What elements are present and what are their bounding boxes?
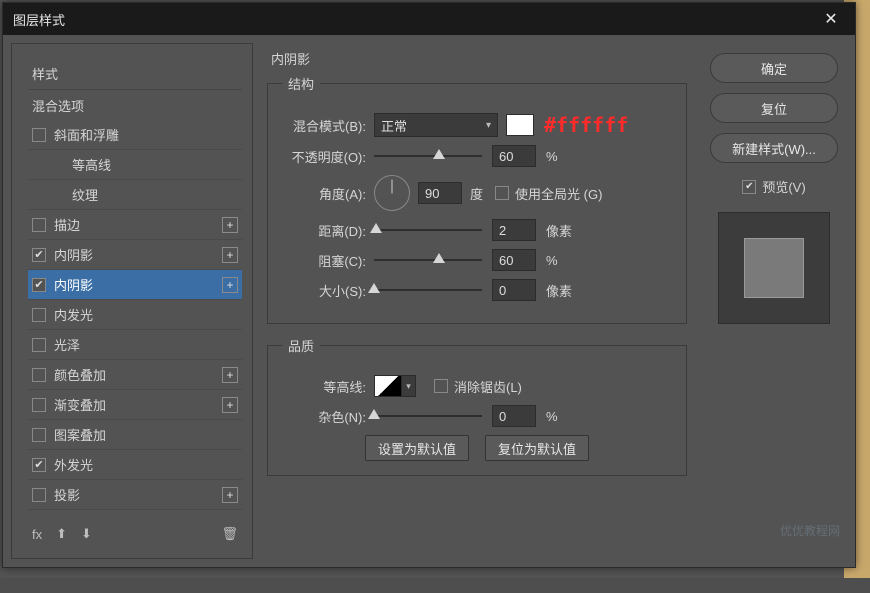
- style-row[interactable]: 渐变叠加+: [28, 390, 242, 420]
- style-checkbox[interactable]: [32, 248, 46, 262]
- layer-style-dialog: 图层样式 ✕ 样式 混合选项 斜面和浮雕等高线纹理描边+内阴影+内阴影+内发光光…: [2, 2, 856, 568]
- add-effect-icon[interactable]: +: [222, 487, 238, 503]
- style-checkbox[interactable]: [32, 398, 46, 412]
- style-label: 内发光: [54, 305, 238, 324]
- preview-swatch: [744, 238, 804, 298]
- settings-panel: 内阴影 结构 混合模式(B): 正常 ▾ #ffffff 不透明度(O):: [253, 35, 701, 567]
- style-row[interactable]: 内发光: [28, 300, 242, 330]
- style-checkbox[interactable]: [32, 338, 46, 352]
- style-label: 颜色叠加: [54, 365, 222, 384]
- structure-group: 结构 混合模式(B): 正常 ▾ #ffffff 不透明度(O): 60: [267, 74, 687, 324]
- style-row[interactable]: 光泽: [28, 330, 242, 360]
- style-row[interactable]: 颜色叠加+: [28, 360, 242, 390]
- style-label: 等高线: [54, 155, 238, 174]
- add-effect-icon[interactable]: +: [222, 277, 238, 293]
- reset-default-button[interactable]: 复位为默认值: [485, 435, 589, 461]
- blend-mode-label: 混合模式(B):: [282, 116, 366, 135]
- ok-button[interactable]: 确定: [710, 53, 838, 83]
- preview-box: [718, 212, 830, 324]
- watermark: 优优教程网: [780, 522, 840, 539]
- add-effect-icon[interactable]: +: [222, 247, 238, 263]
- angle-label: 角度(A):: [282, 184, 366, 203]
- style-label: 光泽: [54, 335, 238, 354]
- noise-input[interactable]: 0: [492, 405, 536, 427]
- titlebar: 图层样式 ✕: [3, 3, 855, 35]
- styles-panel: 样式 混合选项 斜面和浮雕等高线纹理描边+内阴影+内阴影+内发光光泽颜色叠加+渐…: [11, 43, 253, 559]
- cancel-button[interactable]: 复位: [710, 93, 838, 123]
- distance-slider[interactable]: [374, 221, 482, 239]
- antialias-checkbox[interactable]: 消除锯齿(L): [434, 377, 522, 396]
- contour-picker[interactable]: [374, 375, 402, 397]
- new-style-button[interactable]: 新建样式(W)...: [710, 133, 838, 163]
- contour-dropdown[interactable]: ▾: [402, 375, 416, 397]
- style-label: 内阴影: [54, 275, 222, 294]
- style-checkbox[interactable]: [32, 368, 46, 382]
- noise-slider[interactable]: [374, 407, 482, 425]
- chevron-down-icon: ▾: [486, 120, 491, 131]
- style-row[interactable]: 图案叠加: [28, 420, 242, 450]
- effect-title: 内阴影: [271, 49, 693, 68]
- make-default-button[interactable]: 设置为默认值: [365, 435, 469, 461]
- size-slider[interactable]: [374, 281, 482, 299]
- style-row[interactable]: 纹理: [28, 180, 242, 210]
- style-checkbox[interactable]: [32, 428, 46, 442]
- style-label: 图案叠加: [54, 425, 238, 444]
- close-button[interactable]: ✕: [817, 5, 845, 33]
- angle-input[interactable]: 90: [418, 182, 462, 204]
- dialog-title: 图层样式: [13, 10, 817, 29]
- color-swatch[interactable]: [506, 114, 534, 136]
- style-row[interactable]: 内阴影+: [28, 240, 242, 270]
- style-label: 纹理: [54, 185, 238, 204]
- style-row[interactable]: 内阴影+: [28, 270, 242, 300]
- style-label: 投影: [54, 485, 222, 504]
- opacity-input[interactable]: 60: [492, 145, 536, 167]
- style-label: 外发光: [54, 455, 238, 474]
- global-light-checkbox[interactable]: 使用全局光 (G): [495, 184, 602, 203]
- quality-group: 品质 等高线: ▾ 消除锯齿(L) 杂色(N):: [267, 336, 687, 476]
- add-effect-icon[interactable]: +: [222, 217, 238, 233]
- blend-mode-select[interactable]: 正常 ▾: [374, 113, 498, 137]
- size-input[interactable]: 0: [492, 279, 536, 301]
- styles-header[interactable]: 样式: [28, 58, 242, 90]
- preview-checkbox[interactable]: 预览(V): [742, 177, 805, 196]
- style-label: 描边: [54, 215, 222, 234]
- style-row[interactable]: 等高线: [28, 150, 242, 180]
- styles-footer: fx ⬆ ⬇ 🗑: [28, 520, 242, 548]
- trash-icon[interactable]: 🗑: [221, 526, 238, 542]
- noise-label: 杂色(N):: [282, 407, 366, 426]
- opacity-slider[interactable]: [374, 147, 482, 165]
- size-label: 大小(S):: [282, 281, 366, 300]
- style-checkbox[interactable]: [32, 458, 46, 472]
- style-label: 内阴影: [54, 245, 222, 264]
- style-checkbox[interactable]: [32, 278, 46, 292]
- choke-label: 阻塞(C):: [282, 251, 366, 270]
- distance-label: 距离(D):: [282, 221, 366, 240]
- choke-input[interactable]: 60: [492, 249, 536, 271]
- style-checkbox[interactable]: [32, 218, 46, 232]
- style-checkbox[interactable]: [32, 128, 46, 142]
- structure-legend: 结构: [282, 74, 320, 93]
- arrow-down-icon[interactable]: ⬇: [81, 526, 92, 542]
- style-label: 渐变叠加: [54, 395, 222, 414]
- style-row[interactable]: 投影+: [28, 480, 242, 510]
- choke-slider[interactable]: [374, 251, 482, 269]
- contour-label: 等高线:: [282, 377, 366, 396]
- right-panel: 确定 复位 新建样式(W)... 预览(V): [701, 35, 855, 567]
- distance-input[interactable]: 2: [492, 219, 536, 241]
- quality-legend: 品质: [282, 336, 320, 355]
- blending-options-row[interactable]: 混合选项: [28, 90, 242, 120]
- add-effect-icon[interactable]: +: [222, 367, 238, 383]
- fx-menu-icon[interactable]: fx: [32, 527, 42, 542]
- add-effect-icon[interactable]: +: [222, 397, 238, 413]
- color-hex-annotation: #ffffff: [544, 113, 628, 137]
- arrow-up-icon[interactable]: ⬆: [56, 526, 67, 542]
- style-label: 斜面和浮雕: [54, 125, 238, 144]
- style-checkbox[interactable]: [32, 488, 46, 502]
- angle-dial[interactable]: [374, 175, 410, 211]
- opacity-label: 不透明度(O):: [282, 147, 366, 166]
- style-row[interactable]: 描边+: [28, 210, 242, 240]
- style-checkbox[interactable]: [32, 308, 46, 322]
- style-row[interactable]: 斜面和浮雕: [28, 120, 242, 150]
- style-row[interactable]: 外发光: [28, 450, 242, 480]
